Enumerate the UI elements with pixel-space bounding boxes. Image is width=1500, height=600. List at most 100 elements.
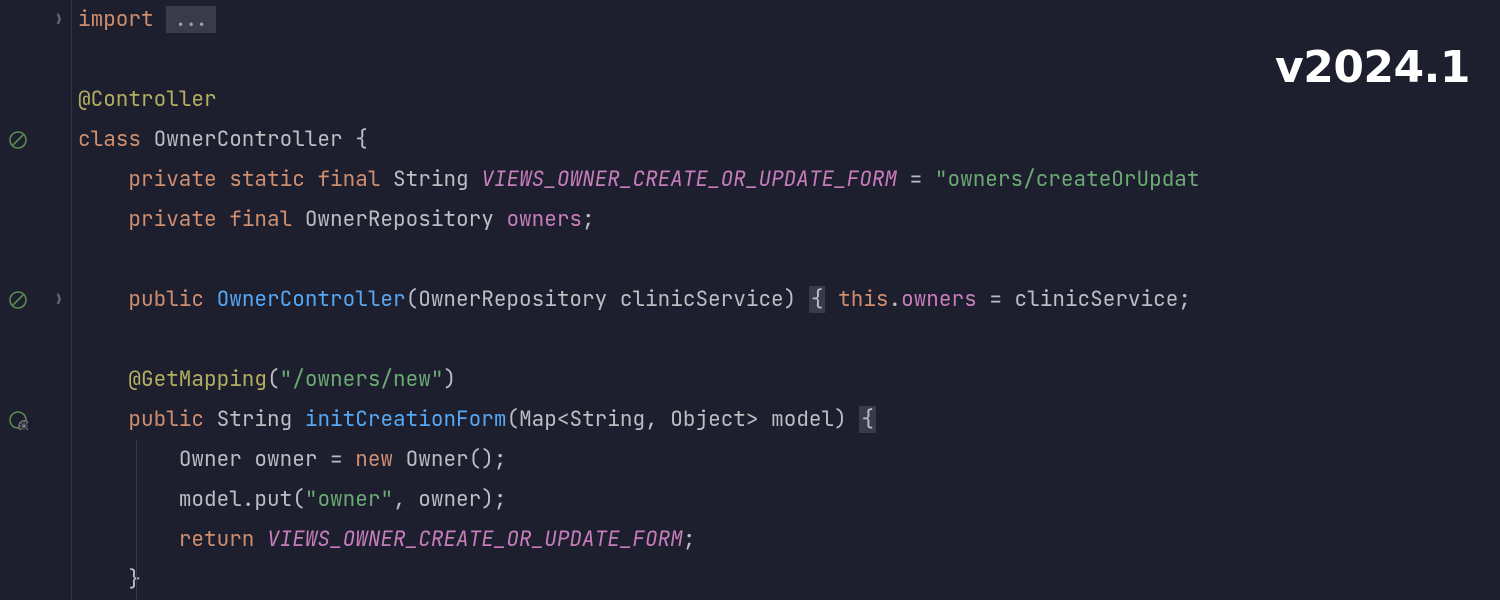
keyword-private: private bbox=[128, 166, 216, 193]
folded-region[interactable]: ... bbox=[166, 6, 216, 33]
annotation-controller: @Controller bbox=[78, 86, 217, 113]
paren-close: ) bbox=[443, 366, 456, 393]
dot: . bbox=[889, 286, 902, 313]
code-line[interactable]: Owner owner = new Owner(); bbox=[78, 440, 1500, 480]
gutter-line bbox=[0, 320, 71, 360]
keyword-final: final bbox=[317, 166, 380, 193]
comma: , bbox=[645, 406, 670, 433]
web-circle-icon[interactable] bbox=[8, 410, 28, 430]
param-model: model bbox=[771, 406, 834, 433]
gutter-line bbox=[0, 240, 71, 280]
gutter-line bbox=[0, 40, 71, 80]
var-owner: owner bbox=[418, 486, 481, 513]
var-model: model bbox=[179, 486, 242, 513]
gutter-line bbox=[0, 360, 71, 400]
type-string: String bbox=[217, 406, 293, 433]
string-literal: "owner" bbox=[305, 486, 393, 513]
string-literal: "owners/createOrUpdat bbox=[935, 166, 1200, 193]
code-line[interactable]: public OwnerController(OwnerRepository c… bbox=[78, 280, 1500, 320]
code-line[interactable]: import ... bbox=[78, 0, 1500, 40]
paren-open: ( bbox=[469, 446, 482, 473]
code-line[interactable] bbox=[78, 40, 1500, 80]
paren-open: ( bbox=[406, 286, 419, 313]
type-owner: Owner bbox=[179, 446, 242, 473]
type-object: Object bbox=[670, 406, 746, 433]
gutter-line bbox=[0, 560, 71, 600]
gutter-line bbox=[0, 520, 71, 560]
fold-arrow-icon[interactable]: ❯ bbox=[55, 11, 63, 29]
code-line[interactable]: private static final String VIEWS_OWNER_… bbox=[78, 160, 1500, 200]
code-editor[interactable]: ❯ ❯ import ... @Controller class OwnerCo… bbox=[0, 0, 1500, 600]
type-ownerrepo: OwnerRepository bbox=[305, 206, 494, 233]
gutter-line bbox=[0, 480, 71, 520]
code-line[interactable]: @GetMapping("/owners/new") bbox=[78, 360, 1500, 400]
folded-brace-open[interactable]: { bbox=[809, 286, 826, 313]
gutter-line bbox=[0, 400, 71, 440]
code-line[interactable]: private final OwnerRepository owners; bbox=[78, 200, 1500, 240]
lt: < bbox=[557, 406, 570, 433]
type-string: String bbox=[569, 406, 645, 433]
green-circle-arrow-icon[interactable] bbox=[8, 290, 28, 310]
gutter-line bbox=[0, 440, 71, 480]
comma: , bbox=[393, 486, 418, 513]
paren-open: ( bbox=[267, 366, 280, 393]
code-content[interactable]: import ... @Controller class OwnerContro… bbox=[72, 0, 1500, 600]
type-map: Map bbox=[519, 406, 557, 433]
var-owner: owner bbox=[254, 446, 317, 473]
keyword-return: return bbox=[179, 526, 255, 553]
code-line[interactable]: public String initCreationForm(Map<Strin… bbox=[78, 400, 1500, 440]
method-name: initCreationForm bbox=[305, 406, 507, 433]
gutter-line bbox=[0, 160, 71, 200]
brace-open-hl: { bbox=[859, 406, 876, 433]
gt: > bbox=[746, 406, 759, 433]
green-circle-icon[interactable] bbox=[8, 130, 28, 150]
field-owners: owners bbox=[901, 286, 977, 313]
type-ownerrepo: OwnerRepository bbox=[418, 286, 607, 313]
keyword-private: private bbox=[128, 206, 216, 233]
brace-open: { bbox=[355, 126, 368, 153]
keyword-import: import bbox=[78, 6, 154, 33]
annotation-getmapping: @GetMapping bbox=[128, 366, 267, 393]
code-line[interactable]: class OwnerController { bbox=[78, 120, 1500, 160]
equals: = bbox=[897, 166, 935, 193]
keyword-public: public bbox=[128, 406, 204, 433]
brace-close: } bbox=[128, 566, 141, 593]
param-clinic: clinicService bbox=[1015, 286, 1179, 313]
gutter-line bbox=[0, 80, 71, 120]
constant-name: VIEWS_OWNER_CREATE_OR_UPDATE_FORM bbox=[267, 526, 683, 553]
gutter-line bbox=[0, 200, 71, 240]
field-owners: owners bbox=[506, 206, 582, 233]
equals: = bbox=[977, 286, 1015, 313]
constructor-name: OwnerController bbox=[217, 286, 406, 313]
paren-open: ( bbox=[292, 486, 305, 513]
code-line[interactable]: @Controller bbox=[78, 80, 1500, 120]
class-name: OwnerController bbox=[154, 126, 343, 153]
fold-arrow-icon[interactable]: ❯ bbox=[55, 291, 63, 309]
editor-gutter: ❯ ❯ bbox=[0, 0, 72, 600]
keyword-final: final bbox=[229, 206, 292, 233]
semicolon: ; bbox=[582, 206, 595, 233]
gutter-line: ❯ bbox=[0, 0, 71, 40]
paren-close: ) bbox=[481, 486, 494, 513]
method-put: put bbox=[254, 486, 292, 513]
code-line[interactable] bbox=[78, 320, 1500, 360]
gutter-line: ❯ bbox=[0, 280, 71, 320]
paren-close: ) bbox=[834, 406, 847, 433]
semicolon: ; bbox=[494, 446, 507, 473]
gutter-line bbox=[0, 120, 71, 160]
code-line[interactable]: model.put("owner", owner); bbox=[78, 480, 1500, 520]
string-literal: "/owners/new" bbox=[280, 366, 444, 393]
keyword-static: static bbox=[229, 166, 305, 193]
semicolon: ; bbox=[683, 526, 696, 553]
paren-close: ) bbox=[784, 286, 797, 313]
paren-open: ( bbox=[506, 406, 519, 433]
type-owner: Owner bbox=[406, 446, 469, 473]
code-line[interactable] bbox=[78, 240, 1500, 280]
code-line[interactable]: return VIEWS_OWNER_CREATE_OR_UPDATE_FORM… bbox=[78, 520, 1500, 560]
dot: . bbox=[242, 486, 255, 513]
semicolon: ; bbox=[1178, 286, 1191, 313]
paren-close: ) bbox=[481, 446, 494, 473]
equals: = bbox=[317, 446, 355, 473]
code-line[interactable]: } bbox=[78, 560, 1500, 600]
keyword-this: this bbox=[838, 286, 888, 313]
